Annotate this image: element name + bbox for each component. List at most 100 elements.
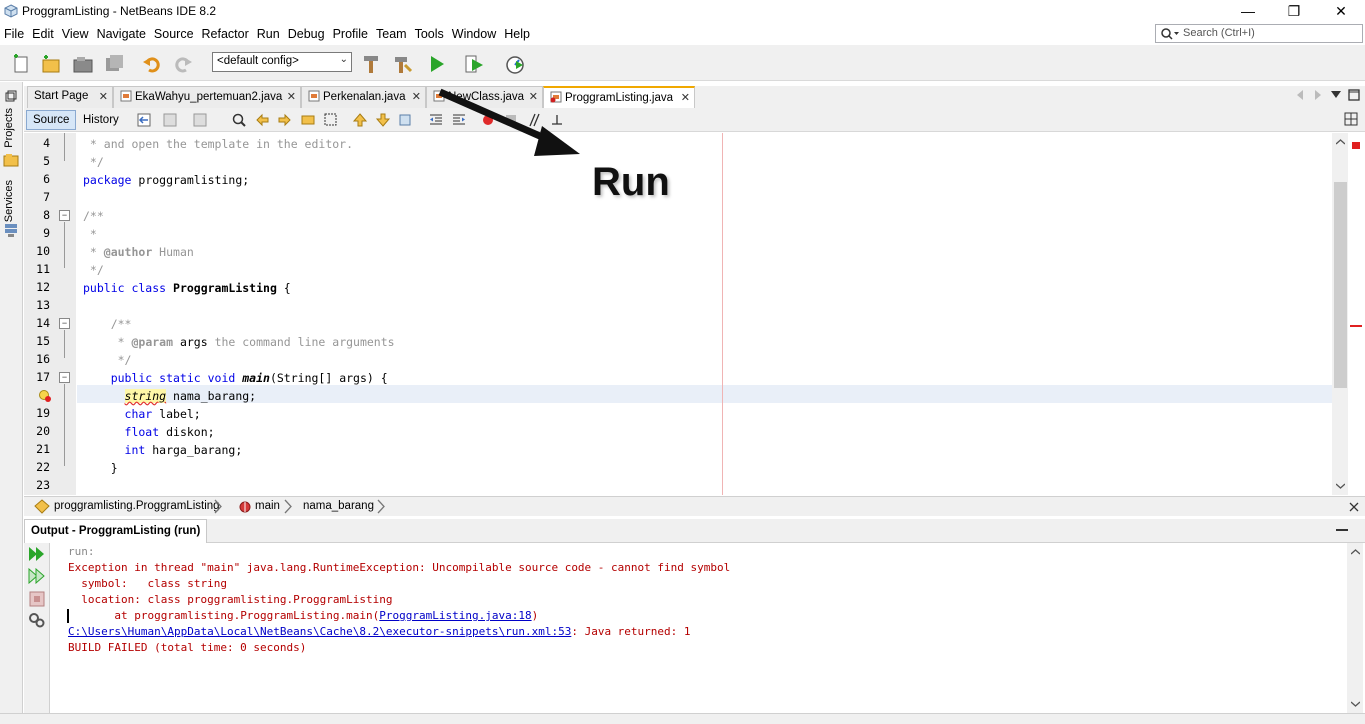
split-editor-icon[interactable] [1344,112,1358,126]
settings-icon[interactable] [28,612,46,628]
run-annotation-label: Run [592,160,670,204]
open-project-icon[interactable] [72,53,94,75]
keyword: public static void [83,371,236,385]
tab-label: EkaWahyu_pertemuan2.java [135,91,283,103]
line-number: 10 [36,244,50,258]
find-icon[interactable] [231,112,247,128]
menu-team[interactable]: Team [372,24,411,45]
code-editor[interactable]: * and open the template in the editor. *… [77,133,1332,495]
tab-perkenalan[interactable]: Perkenalan.java ✕ [301,86,426,108]
minimize-button[interactable]: — [1225,0,1271,24]
build-icon[interactable] [360,53,382,75]
back-icon[interactable] [162,112,178,128]
javadoc-tag: @author [103,245,153,259]
breadcrumb-variable[interactable]: nama_barang [303,500,374,512]
find-previous-icon[interactable] [254,112,270,128]
source-view-button[interactable]: Source [26,110,77,130]
debug-project-icon[interactable] [463,53,485,75]
stacktrace-link[interactable]: ProggramListing.java:18 [379,609,531,622]
menu-navigate[interactable]: Navigate [93,24,150,45]
scroll-up-icon[interactable] [1336,139,1345,145]
toggle-highlight-icon[interactable] [300,112,316,128]
close-icon[interactable]: ✕ [287,90,296,103]
new-project-icon[interactable] [40,53,62,75]
minimize-window-icon[interactable] [1336,528,1348,532]
find-next-icon[interactable] [277,112,293,128]
output-scrollbar[interactable] [1347,543,1363,713]
rerun-icon[interactable] [28,546,46,562]
fold-toggle[interactable]: − [59,318,70,329]
menu-source[interactable]: Source [150,24,198,45]
profile-project-icon[interactable] [504,53,526,75]
menu-debug[interactable]: Debug [284,24,329,45]
new-file-icon[interactable] [10,53,32,75]
maximize-window-icon[interactable] [1348,89,1360,101]
error-hint-icon[interactable] [38,389,52,403]
last-edit-icon[interactable] [136,112,152,128]
menu-window[interactable]: Window [448,24,500,45]
code-line-18: string nama_barang; [83,387,256,405]
status-bar [0,713,1365,724]
breadcrumb-class[interactable]: proggramlisting.ProggramListing [54,500,220,512]
menu-refactor[interactable]: Refactor [198,24,253,45]
save-all-icon[interactable] [103,53,125,75]
fold-toggle[interactable]: − [59,372,70,383]
menu-profile[interactable]: Profile [329,24,372,45]
output-line: location: class proggramlisting.Proggram… [68,593,393,606]
code-text: diskon; [159,425,215,439]
scroll-down-icon[interactable] [1336,483,1345,489]
close-icon[interactable]: ✕ [681,91,690,104]
scroll-down-icon[interactable] [1351,701,1360,707]
tab-ekawahyu-pertemuan2[interactable]: EkaWahyu_pertemuan2.java ✕ [113,86,301,108]
toggle-bookmark-icon[interactable] [398,112,414,128]
menu-view[interactable]: View [58,24,93,45]
tab-start-page[interactable]: Start Page ✕ [27,86,113,108]
menu-file[interactable]: File [0,24,28,45]
method-name: main [235,371,270,385]
editor-scrollbar-thumb[interactable] [1334,182,1347,388]
menu-tools[interactable]: Tools [411,24,448,45]
build-script-link[interactable]: C:\Users\Human\AppData\Local\NetBeans\Ca… [68,625,571,638]
redo-icon[interactable] [172,53,194,75]
scroll-tabs-right-icon[interactable] [1314,90,1322,100]
code-line-14: /** [83,317,132,331]
next-bookmark-icon[interactable] [375,112,391,128]
stop-icon[interactable] [29,591,45,607]
forward-icon[interactable] [192,112,208,128]
close-icon[interactable]: ✕ [412,90,421,103]
config-select[interactable]: <default config> ⌄ [212,52,352,72]
error-token[interactable]: string [124,389,167,403]
scroll-up-icon[interactable] [1351,549,1360,555]
restore-button[interactable]: ❐ [1271,0,1317,24]
close-icon[interactable]: ✕ [99,90,108,103]
services-side-tab[interactable]: Services [3,180,15,222]
previous-bookmark-icon[interactable] [352,112,368,128]
breadcrumb-method[interactable]: main [255,500,280,512]
undo-icon[interactable] [141,53,163,75]
services-icon [5,224,17,237]
editor-toolbar: Source History [24,108,1365,132]
fold-toggle[interactable]: − [59,210,70,221]
close-button[interactable]: ✕ [1318,0,1364,24]
projects-icon [3,154,19,167]
code-text: (String[] args) { [269,371,388,385]
search-input[interactable]: Search (Ctrl+I) [1155,24,1363,43]
menu-help[interactable]: Help [500,24,534,45]
run-project-icon[interactable] [426,53,448,75]
error-summary-icon[interactable] [1352,142,1360,149]
scroll-tabs-left-icon[interactable] [1296,90,1304,100]
menu-run[interactable]: Run [253,24,284,45]
clean-build-icon[interactable] [391,53,413,75]
close-icon[interactable] [1349,502,1359,512]
history-view-button[interactable]: History [76,110,126,130]
menu-edit[interactable]: Edit [28,24,58,45]
toggle-rect-selection-icon[interactable] [323,112,339,128]
rerun-with-params-icon[interactable] [28,568,46,584]
output-console[interactable]: run: Exception in thread "main" java.lan… [50,543,1347,713]
error-marker[interactable] [1350,325,1362,327]
restore-window-icon[interactable] [5,90,17,102]
fold-guide [64,330,65,358]
tab-list-dropdown-icon[interactable] [1331,91,1341,99]
output-tab[interactable]: Output - ProggramListing (run) [24,519,208,543]
projects-side-tab[interactable]: Projects [3,108,15,148]
